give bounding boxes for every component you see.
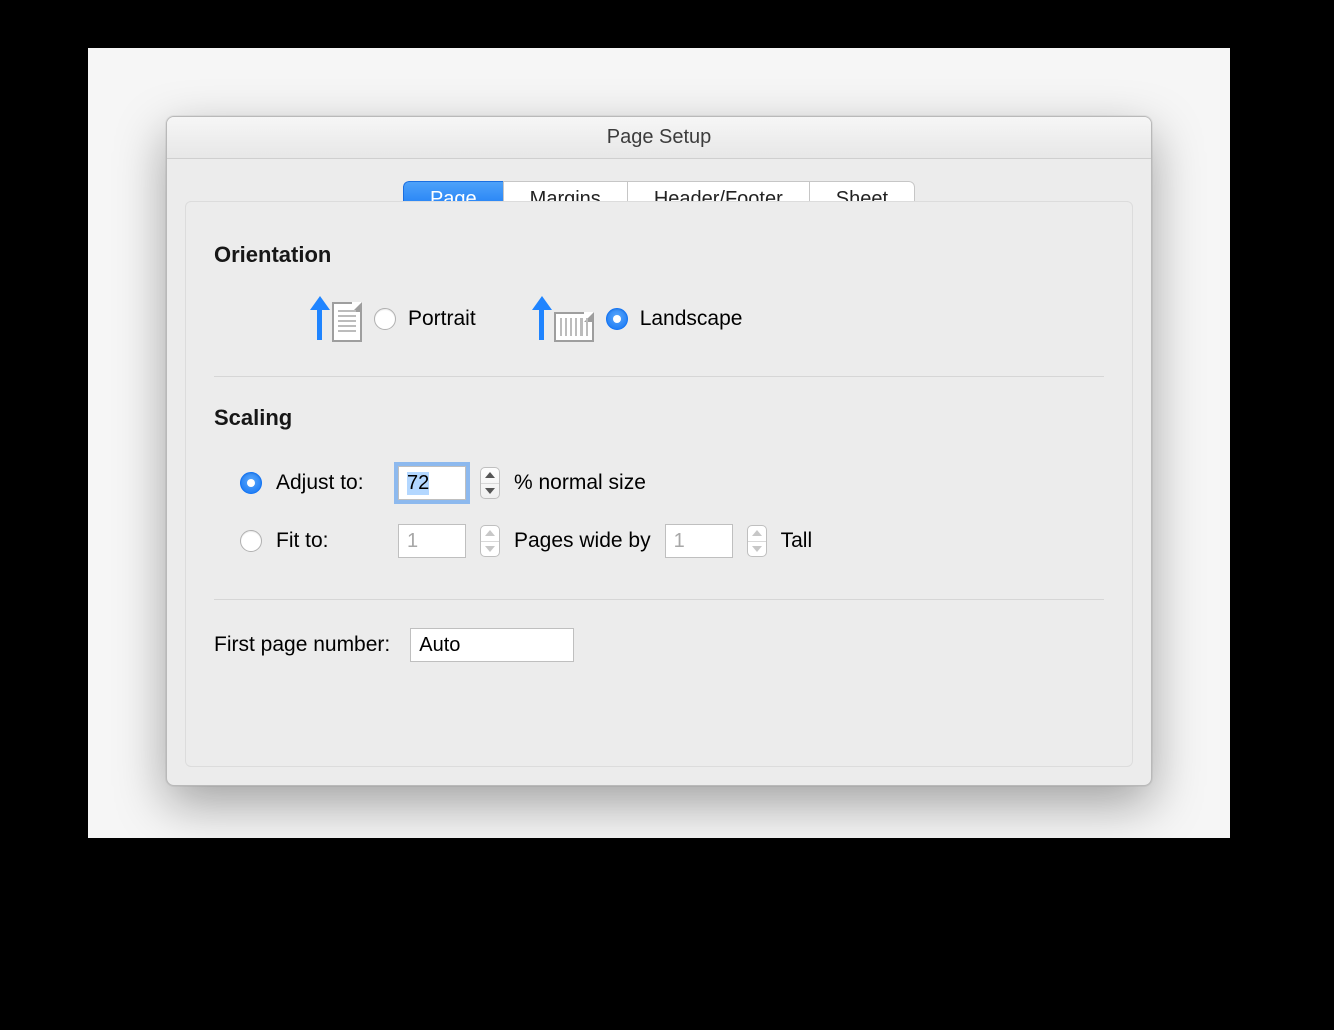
landscape-label: Landscape [640,307,743,331]
page-setup-window: Page Setup Page Margins Header/Footer Sh… [166,116,1152,786]
fit-to-label: Fit to: [276,529,384,553]
window-titlebar: Page Setup [167,117,1151,159]
first-page-number-label: First page number: [214,633,390,657]
landscape-icon [536,296,594,342]
stepper-down-icon[interactable] [481,542,499,557]
first-page-number-row: First page number: [214,628,1104,662]
scaling-heading: Scaling [214,405,1104,431]
adjust-to-stepper[interactable] [480,467,500,499]
desktop-background: Page Setup Page Margins Header/Footer Sh… [88,48,1230,838]
adjust-to-suffix: % normal size [514,471,646,495]
stepper-up-icon[interactable] [481,468,499,484]
stepper-down-icon[interactable] [748,542,766,557]
portrait-radio[interactable] [374,308,396,330]
portrait-icon [314,296,362,342]
stepper-down-icon[interactable] [481,484,499,499]
divider-1 [214,376,1104,377]
orientation-portrait-option[interactable]: Portrait [314,296,476,342]
orientation-landscape-option[interactable]: Landscape [536,296,743,342]
scaling-block: Adjust to: % normal size Fit to: [214,459,1104,565]
adjust-to-radio[interactable] [240,472,262,494]
fit-to-wide-stepper[interactable] [480,525,500,557]
divider-2 [214,599,1104,600]
landscape-radio[interactable] [606,308,628,330]
adjust-to-input[interactable] [398,466,466,500]
orientation-heading: Orientation [214,242,1104,268]
pages-wide-by-label: Pages wide by [514,529,651,553]
adjust-to-row: Adjust to: % normal size [240,459,1104,507]
fit-to-wide-input[interactable] [398,524,466,558]
first-page-number-input[interactable] [410,628,574,662]
orientation-options: Portrait Landscape [314,296,1104,342]
adjust-to-label: Adjust to: [276,471,384,495]
stepper-up-icon[interactable] [748,526,766,542]
fit-to-row: Fit to: Pages wide by Tall [240,517,1104,565]
fit-to-radio[interactable] [240,530,262,552]
window-title: Page Setup [607,126,712,149]
tall-label: Tall [781,529,813,553]
fit-to-tall-input[interactable] [665,524,733,558]
portrait-label: Portrait [408,307,476,331]
fit-to-tall-stepper[interactable] [747,525,767,557]
page-tab-panel: Orientation Portrait [185,201,1133,767]
stepper-up-icon[interactable] [481,526,499,542]
